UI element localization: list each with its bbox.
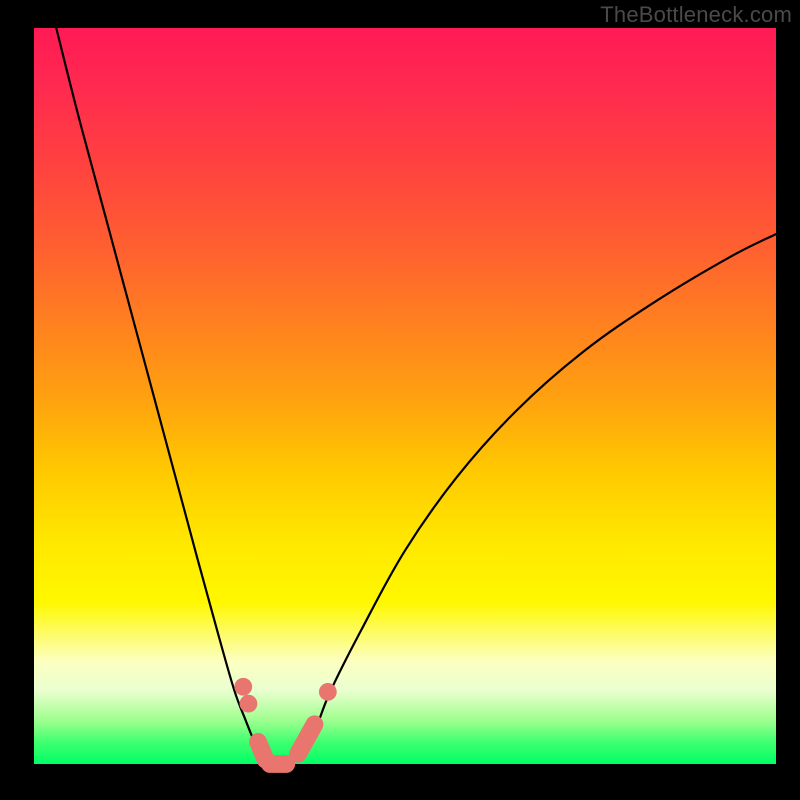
curve-right-branch (290, 234, 776, 764)
chart-plot-area (34, 28, 776, 764)
attribution-watermark: TheBottleneck.com (600, 2, 792, 28)
marker-dot-5 (319, 683, 337, 701)
marker-dot-0 (234, 678, 252, 696)
curve-left-branch (56, 28, 271, 764)
marker-dot-1 (240, 695, 258, 713)
marker-capsule-4 (298, 724, 314, 753)
bottleneck-curve (34, 28, 776, 764)
marker-capsule-2 (258, 742, 265, 760)
chart-outer-frame: TheBottleneck.com {"type":"line","title"… (0, 0, 800, 800)
